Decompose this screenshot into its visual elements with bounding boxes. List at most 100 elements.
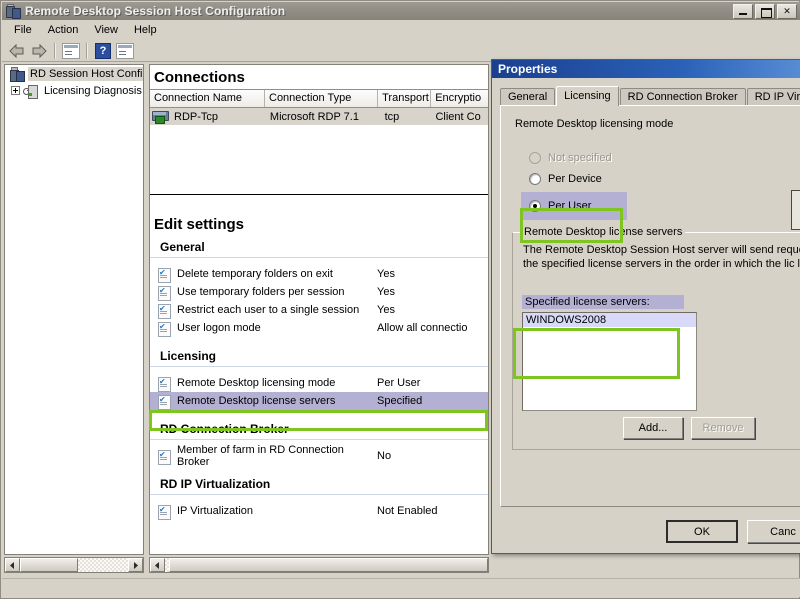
setting-value: Yes bbox=[377, 268, 395, 280]
setting-value: Yes bbox=[377, 304, 395, 316]
setting-label: Remote Desktop licensing mode bbox=[177, 377, 336, 389]
minimize-button[interactable] bbox=[733, 4, 753, 19]
cell-connection-type: Microsoft RDP 7.1 bbox=[269, 110, 359, 123]
list-item[interactable]: WINDOWS2008 bbox=[523, 313, 696, 327]
window-controls: ✕ bbox=[733, 4, 797, 19]
radio-button-icon[interactable] bbox=[529, 200, 541, 212]
setting-row-member-of-farm[interactable]: ✔ Member of farm in RD Connection Broker… bbox=[150, 444, 488, 468]
dialog-tabstrip: General Licensing RD Connection Broker R… bbox=[500, 86, 800, 106]
forward-arrow-icon[interactable] bbox=[28, 41, 50, 61]
ok-button[interactable]: OK bbox=[666, 520, 738, 543]
menu-help[interactable]: Help bbox=[126, 22, 165, 38]
cell-transport: tcp bbox=[384, 110, 400, 123]
setting-row-licensing-mode[interactable]: ✔ Remote Desktop licensing mode Per User bbox=[150, 374, 488, 392]
mmc-console-icon bbox=[5, 3, 21, 19]
setting-row-user-logon-mode[interactable]: ✔ User logon mode Allow all connectio bbox=[150, 319, 488, 337]
column-encryption[interactable]: Encryptio bbox=[431, 90, 488, 107]
setting-row-delete-temp-folders[interactable]: ✔ Delete temporary folders on exit Yes bbox=[150, 265, 488, 283]
setting-icon: ✔ bbox=[158, 376, 171, 392]
toolbar-separator-1 bbox=[54, 42, 56, 59]
setting-label: Delete temporary folders on exit bbox=[177, 268, 333, 280]
setting-row-temp-folders-per-session[interactable]: ✔ Use temporary folders per session Yes bbox=[150, 283, 488, 301]
remove-button[interactable]: Remove bbox=[691, 417, 755, 439]
setting-icon: ✔ bbox=[158, 504, 171, 520]
licensing-tab-page: Remote Desktop licensing mode Not specif… bbox=[500, 105, 800, 507]
radio-label: Per User bbox=[548, 200, 592, 212]
console-tree-pane[interactable]: RD Session Host Configu Licensing Diagno… bbox=[4, 64, 144, 555]
radio-per-user[interactable]: Per User bbox=[521, 192, 627, 220]
radio-label: Not specified bbox=[548, 152, 612, 164]
setting-label: User logon mode bbox=[177, 322, 261, 334]
setting-row-ip-virtualization[interactable]: ✔ IP Virtualization Not Enabled bbox=[150, 502, 488, 520]
radio-button-icon[interactable] bbox=[529, 152, 541, 164]
add-button[interactable]: Add... bbox=[623, 417, 683, 439]
back-arrow-icon[interactable] bbox=[6, 41, 28, 61]
setting-row-restrict-single-session[interactable]: ✔ Restrict each user to a single session… bbox=[150, 301, 488, 319]
help-icon[interactable]: ? bbox=[92, 41, 114, 61]
licensing-server-icon bbox=[23, 84, 39, 99]
column-connection-name[interactable]: Connection Name bbox=[150, 90, 265, 107]
setting-value: Not Enabled bbox=[377, 505, 438, 517]
radio-button-icon[interactable] bbox=[529, 173, 541, 185]
specified-license-servers-label: Specified license servers: bbox=[522, 295, 684, 309]
tab-rd-connection-broker[interactable]: RD Connection Broker bbox=[619, 88, 746, 106]
show-tree-icon[interactable] bbox=[60, 41, 82, 61]
licensing-mode-label: Remote Desktop licensing mode bbox=[515, 118, 674, 130]
setting-label: IP Virtualization bbox=[177, 505, 254, 517]
radio-per-device[interactable]: Per Device bbox=[529, 173, 602, 185]
tree-item-licensing-diagnosis[interactable]: Licensing Diagnosis bbox=[5, 82, 143, 99]
scroll-right-button[interactable] bbox=[128, 558, 143, 572]
setting-value: No bbox=[377, 450, 392, 462]
scroll-left-button[interactable] bbox=[5, 558, 20, 572]
tab-licensing[interactable]: Licensing bbox=[556, 86, 619, 106]
restore-button[interactable] bbox=[755, 4, 775, 19]
column-transport[interactable]: Transport bbox=[378, 90, 432, 107]
setting-label: Remote Desktop license servers bbox=[177, 395, 336, 407]
connections-empty-area[interactable] bbox=[150, 125, 488, 194]
toolbar-separator-2 bbox=[86, 42, 88, 59]
group-heading-licensing: Licensing bbox=[150, 345, 488, 367]
tree-horizontal-scrollbar[interactable] bbox=[4, 557, 144, 573]
expand-icon[interactable] bbox=[11, 86, 20, 95]
menubar: File Action View Help bbox=[2, 20, 800, 40]
setting-label: Restrict each user to a single session bbox=[177, 304, 360, 316]
edit-settings-heading: Edit settings bbox=[154, 216, 245, 233]
results-vertical-scrollbar[interactable] bbox=[791, 190, 800, 230]
setting-value: Specified bbox=[377, 395, 423, 407]
results-horizontal-scrollbar[interactable] bbox=[149, 557, 489, 573]
scrollbar-thumb[interactable] bbox=[20, 558, 78, 572]
license-servers-description: The Remote Desktop Session Host server w… bbox=[523, 244, 800, 270]
radio-not-specified[interactable]: Not specified bbox=[529, 152, 612, 164]
scrollbar-thumb[interactable] bbox=[169, 558, 488, 572]
setting-value: Yes bbox=[377, 286, 395, 298]
menu-file[interactable]: File bbox=[6, 22, 40, 38]
window-title: Remote Desktop Session Host Configuratio… bbox=[25, 4, 286, 18]
column-connection-type[interactable]: Connection Type bbox=[265, 90, 379, 107]
scroll-left-button[interactable] bbox=[150, 558, 165, 572]
cell-connection-name: RDP-Tcp bbox=[174, 110, 219, 123]
tree-item-rd-session-host[interactable]: RD Session Host Configu bbox=[5, 65, 143, 82]
menu-action[interactable]: Action bbox=[40, 22, 87, 38]
groupbox-legend: Remote Desktop license servers bbox=[521, 226, 686, 238]
cancel-button[interactable]: Canc bbox=[747, 520, 800, 543]
close-button[interactable]: ✕ bbox=[777, 4, 797, 19]
setting-row-license-servers[interactable]: ✔ Remote Desktop license servers Specifi… bbox=[150, 392, 488, 410]
license-servers-listbox[interactable]: WINDOWS2008 bbox=[522, 312, 697, 411]
radio-label: Per Device bbox=[548, 173, 602, 185]
tab-general[interactable]: General bbox=[500, 88, 556, 106]
statusbar bbox=[2, 578, 800, 597]
license-servers-groupbox: Remote Desktop license servers The Remot… bbox=[512, 226, 800, 450]
table-row[interactable]: RDP-Tcp Microsoft RDP 7.1 tcp Client Co bbox=[150, 108, 488, 125]
show-action-pane-icon[interactable] bbox=[114, 41, 136, 61]
setting-value: Per User bbox=[377, 377, 421, 389]
setting-icon: ✔ bbox=[158, 285, 171, 301]
dialog-body: General Licensing RD Connection Broker R… bbox=[492, 78, 800, 553]
setting-value: Allow all connectio bbox=[377, 322, 468, 334]
menu-view[interactable]: View bbox=[86, 22, 126, 38]
setting-icon: ✔ bbox=[158, 449, 171, 465]
group-heading-general: General bbox=[150, 236, 488, 258]
tab-rd-ip-virtualization[interactable]: RD IP Virtualiz bbox=[746, 88, 800, 106]
scrollbar-track[interactable] bbox=[78, 558, 128, 572]
group-heading-rd-connection-broker: RD Connection Broker bbox=[150, 418, 488, 440]
